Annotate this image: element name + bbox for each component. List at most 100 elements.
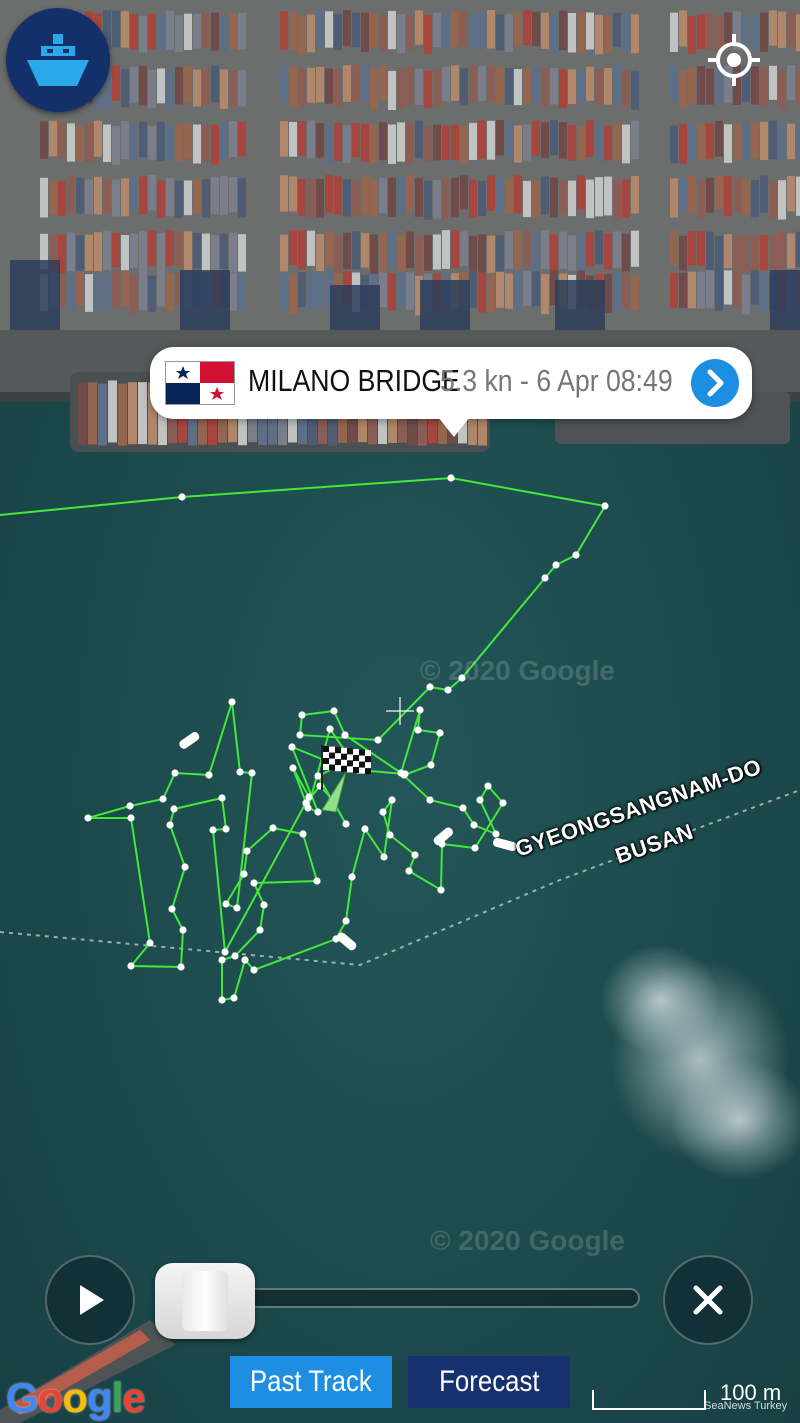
track-waypoint[interactable] — [314, 772, 322, 780]
track-waypoint[interactable] — [314, 808, 322, 816]
track-waypoint[interactable] — [444, 686, 452, 694]
map-watermark: © 2020 Google — [420, 655, 615, 686]
track-waypoint[interactable] — [230, 994, 238, 1002]
track-waypoint[interactable] — [231, 952, 239, 960]
vessel-speed-time: 5.3 kn - 6 Apr 08:49 — [440, 363, 673, 398]
track-waypoint[interactable] — [126, 802, 134, 810]
track-waypoint[interactable] — [296, 731, 304, 739]
track-waypoint[interactable] — [380, 853, 388, 861]
track-waypoint[interactable] — [437, 886, 445, 894]
track-waypoint[interactable] — [166, 821, 174, 829]
track-waypoint[interactable] — [256, 926, 264, 934]
track-waypoint[interactable] — [341, 731, 349, 739]
track-waypoint[interactable] — [470, 821, 478, 829]
track-waypoint[interactable] — [541, 574, 549, 582]
track-waypoint[interactable] — [447, 474, 455, 482]
track-waypoint[interactable] — [601, 502, 609, 510]
track-waypoint[interactable] — [289, 764, 297, 772]
locate-icon — [708, 34, 760, 86]
track-waypoint[interactable] — [471, 844, 479, 852]
track-waypoint[interactable] — [269, 824, 277, 832]
tab-label: Forecast — [438, 1365, 540, 1398]
vessel-name: MILANO BRIDGE — [248, 363, 460, 398]
track-waypoint[interactable] — [127, 814, 135, 822]
track-waypoint[interactable] — [159, 795, 167, 803]
track-waypoint[interactable] — [459, 804, 467, 812]
track-waypoint[interactable] — [288, 743, 296, 751]
track-waypoint[interactable] — [248, 769, 256, 777]
tab-forecast[interactable]: Forecast — [408, 1356, 570, 1408]
track-waypoint[interactable] — [299, 830, 307, 838]
track-waypoint[interactable] — [361, 825, 369, 833]
track-waypoint[interactable] — [379, 808, 387, 816]
track-waypoint[interactable] — [209, 826, 217, 834]
track-waypoint[interactable] — [388, 796, 396, 804]
track-waypoint[interactable] — [342, 917, 350, 925]
track-waypoint[interactable] — [241, 956, 249, 964]
track-waypoint[interactable] — [330, 707, 338, 715]
track-waypoint[interactable] — [240, 870, 248, 878]
tab-past-track[interactable]: Past Track — [230, 1356, 392, 1408]
satellite-map[interactable] — [0, 0, 800, 1423]
map-watermark: © 2020 Google — [430, 1225, 625, 1256]
track-waypoint[interactable] — [179, 926, 187, 934]
track-waypoint[interactable] — [484, 782, 492, 790]
track-waypoint[interactable] — [342, 820, 350, 828]
track-waypoint[interactable] — [374, 736, 382, 744]
track-waypoint[interactable] — [168, 905, 176, 913]
locate-button[interactable] — [704, 30, 764, 90]
track-waypoint[interactable] — [177, 963, 185, 971]
close-button[interactable] — [663, 1255, 753, 1345]
track-waypoint[interactable] — [218, 794, 226, 802]
track-waypoint[interactable] — [405, 867, 413, 875]
track-waypoint[interactable] — [572, 551, 580, 559]
track-waypoint[interactable] — [228, 698, 236, 706]
track-waypoint[interactable] — [222, 825, 230, 833]
track-waypoint[interactable] — [84, 814, 92, 822]
track-waypoint[interactable] — [499, 799, 507, 807]
track-waypoint[interactable] — [436, 729, 444, 737]
app-logo-button[interactable] — [6, 8, 110, 112]
track-waypoint[interactable] — [476, 796, 484, 804]
track-waypoint[interactable] — [221, 948, 229, 956]
track-waypoint[interactable] — [205, 771, 213, 779]
track-waypoint[interactable] — [401, 770, 409, 778]
track-waypoint[interactable] — [127, 962, 135, 970]
track-waypoint[interactable] — [170, 805, 178, 813]
track-waypoint[interactable] — [260, 901, 268, 909]
close-icon — [693, 1285, 723, 1315]
track-waypoint[interactable] — [492, 830, 500, 838]
track-waypoint[interactable] — [233, 904, 241, 912]
track-waypoint[interactable] — [552, 561, 560, 569]
track-waypoint[interactable] — [426, 796, 434, 804]
track-waypoint[interactable] — [218, 956, 226, 964]
tab-label: Past Track — [250, 1365, 372, 1398]
track-waypoint[interactable] — [326, 725, 334, 733]
play-button[interactable] — [45, 1255, 135, 1345]
track-waypoint[interactable] — [146, 939, 154, 947]
google-logo: Google — [6, 1374, 146, 1421]
track-waypoint[interactable] — [386, 831, 394, 839]
track-waypoint[interactable] — [414, 726, 422, 734]
ship-icon — [27, 34, 89, 86]
track-waypoint[interactable] — [416, 706, 424, 714]
track-waypoint[interactable] — [243, 847, 251, 855]
track-waypoint[interactable] — [250, 879, 258, 887]
playback-slider-thumb[interactable] — [155, 1263, 255, 1339]
track-waypoint[interactable] — [427, 761, 435, 769]
track-waypoint[interactable] — [313, 877, 321, 885]
track-waypoint[interactable] — [250, 966, 258, 974]
vessel-details-button[interactable] — [691, 359, 739, 407]
track-waypoint[interactable] — [178, 493, 186, 501]
track-waypoint[interactable] — [181, 863, 189, 871]
track-waypoint[interactable] — [298, 711, 306, 719]
scale-bar — [592, 1390, 706, 1410]
track-waypoint[interactable] — [218, 996, 226, 1004]
track-waypoint[interactable] — [411, 851, 419, 859]
track-waypoint[interactable] — [304, 804, 312, 812]
track-waypoint[interactable] — [348, 873, 356, 881]
track-waypoint[interactable] — [171, 769, 179, 777]
track-waypoint[interactable] — [236, 768, 244, 776]
track-waypoint[interactable] — [222, 900, 230, 908]
vessel-callout[interactable]: MILANO BRIDGE 5.3 kn - 6 Apr 08:49 — [150, 347, 752, 437]
